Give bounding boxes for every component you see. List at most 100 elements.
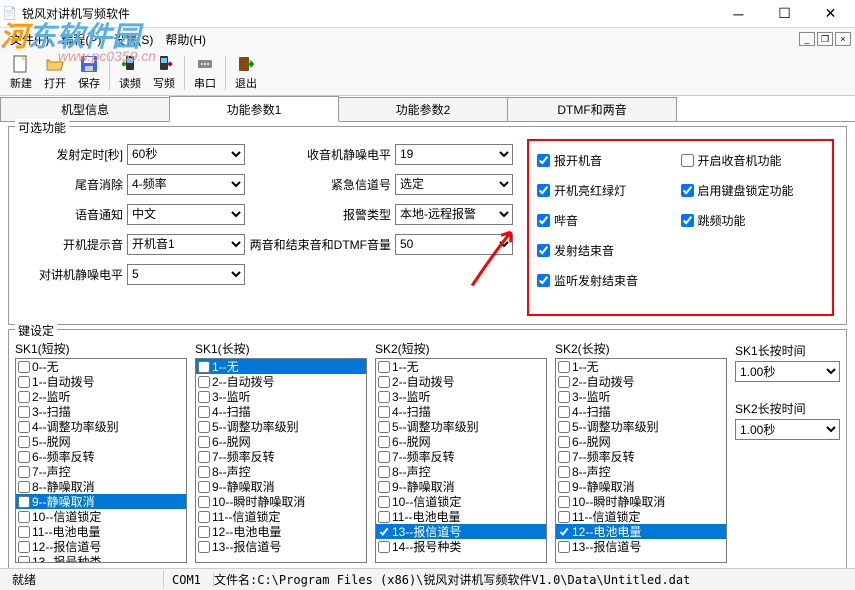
- list-item[interactable]: 12--报信道号: [16, 539, 186, 554]
- list-item-checkbox[interactable]: [18, 466, 30, 478]
- list-item-checkbox[interactable]: [198, 541, 210, 553]
- list-item-checkbox[interactable]: [198, 406, 210, 418]
- list-item-checkbox[interactable]: [378, 511, 390, 523]
- list-item[interactable]: 13--报号种类: [16, 554, 186, 563]
- list-item-checkbox[interactable]: [18, 361, 30, 373]
- list-item-checkbox[interactable]: [198, 496, 210, 508]
- list-item-checkbox[interactable]: [198, 451, 210, 463]
- check-tx-end-tone[interactable]: [537, 244, 550, 257]
- check-poweron-tone[interactable]: [537, 154, 550, 167]
- list-item-checkbox[interactable]: [558, 361, 570, 373]
- list-item[interactable]: 13--报信道号: [376, 524, 546, 539]
- list-item-checkbox[interactable]: [378, 481, 390, 493]
- list-item-checkbox[interactable]: [558, 421, 570, 433]
- list-item[interactable]: 8--声控: [376, 464, 546, 479]
- list-item[interactable]: 5--调整功率级别: [196, 419, 366, 434]
- list-item[interactable]: 6--脱网: [196, 434, 366, 449]
- list-item-checkbox[interactable]: [378, 466, 390, 478]
- list-item[interactable]: 5--调整功率级别: [556, 419, 726, 434]
- list-item[interactable]: 6--频率反转: [16, 449, 186, 464]
- list-item-checkbox[interactable]: [558, 526, 570, 538]
- list-item[interactable]: 11--电池电量: [16, 524, 186, 539]
- list-item-checkbox[interactable]: [558, 496, 570, 508]
- list-item[interactable]: 8--声控: [556, 464, 726, 479]
- list-item-checkbox[interactable]: [198, 391, 210, 403]
- check-keylock[interactable]: [681, 184, 694, 197]
- list-item[interactable]: 1--无: [376, 359, 546, 374]
- list-item-checkbox[interactable]: [558, 481, 570, 493]
- sk1-time-select[interactable]: 1.00秒: [735, 361, 840, 382]
- sk1-long-list[interactable]: 1--无2--自动拨号3--监听4--扫描5--调整功率级别6--脱网7--频率…: [195, 358, 367, 563]
- list-item[interactable]: 5--脱网: [16, 434, 186, 449]
- close-button[interactable]: ✕: [808, 0, 853, 28]
- list-item-checkbox[interactable]: [198, 526, 210, 538]
- dtmf-select[interactable]: 50: [395, 234, 513, 255]
- list-item-checkbox[interactable]: [378, 376, 390, 388]
- mdi-close[interactable]: ×: [835, 32, 851, 46]
- list-item-checkbox[interactable]: [18, 391, 30, 403]
- tab-params-1[interactable]: 功能参数1: [169, 96, 339, 122]
- list-item-checkbox[interactable]: [198, 481, 210, 493]
- list-item[interactable]: 3--扫描: [16, 404, 186, 419]
- menu-settings[interactable]: 设置(S): [107, 29, 159, 50]
- list-item[interactable]: 7--频率反转: [196, 449, 366, 464]
- list-item-checkbox[interactable]: [558, 391, 570, 403]
- list-item-checkbox[interactable]: [18, 481, 30, 493]
- list-item-checkbox[interactable]: [18, 376, 30, 388]
- list-item-checkbox[interactable]: [378, 406, 390, 418]
- list-item[interactable]: 5--调整功率级别: [376, 419, 546, 434]
- list-item[interactable]: 12--电池电量: [196, 524, 366, 539]
- voice-select[interactable]: 中文: [127, 204, 245, 225]
- list-item[interactable]: 3--监听: [196, 389, 366, 404]
- list-item[interactable]: 2--自动拨号: [196, 374, 366, 389]
- list-item[interactable]: 2--监听: [16, 389, 186, 404]
- list-item-checkbox[interactable]: [378, 361, 390, 373]
- list-item-checkbox[interactable]: [18, 406, 30, 418]
- com-button[interactable]: 串口: [188, 52, 222, 93]
- list-item-checkbox[interactable]: [558, 466, 570, 478]
- open-button[interactable]: 打开: [38, 52, 72, 93]
- list-item[interactable]: 0--无: [16, 359, 186, 374]
- list-item[interactable]: 9--静噪取消: [16, 494, 186, 509]
- menu-file[interactable]: 文件(F): [4, 29, 55, 50]
- list-item-checkbox[interactable]: [198, 436, 210, 448]
- sk2-time-select[interactable]: 1.00秒: [735, 419, 840, 440]
- list-item-checkbox[interactable]: [558, 436, 570, 448]
- list-item[interactable]: 7--声控: [16, 464, 186, 479]
- list-item[interactable]: 8--声控: [196, 464, 366, 479]
- list-item[interactable]: 10--信道锁定: [16, 509, 186, 524]
- list-item[interactable]: 2--自动拨号: [376, 374, 546, 389]
- sq-select[interactable]: 5: [127, 264, 245, 285]
- poweron-select[interactable]: 开机音1: [127, 234, 245, 255]
- list-item-checkbox[interactable]: [18, 451, 30, 463]
- list-item-checkbox[interactable]: [378, 526, 390, 538]
- list-item[interactable]: 8--静噪取消: [16, 479, 186, 494]
- list-item[interactable]: 13--报信道号: [196, 539, 366, 554]
- list-item[interactable]: 1--无: [556, 359, 726, 374]
- list-item[interactable]: 11--电池电量: [376, 509, 546, 524]
- list-item[interactable]: 7--频率反转: [556, 449, 726, 464]
- list-item[interactable]: 6--脱网: [556, 434, 726, 449]
- list-item[interactable]: 1--自动拨号: [16, 374, 186, 389]
- list-item-checkbox[interactable]: [558, 376, 570, 388]
- list-item[interactable]: 9--静噪取消: [196, 479, 366, 494]
- list-item-checkbox[interactable]: [378, 436, 390, 448]
- list-item-checkbox[interactable]: [18, 496, 30, 508]
- alarm-select[interactable]: 本地-远程报警: [395, 204, 513, 225]
- list-item[interactable]: 9--静噪取消: [376, 479, 546, 494]
- write-button[interactable]: 写频: [147, 52, 181, 93]
- list-item[interactable]: 3--监听: [556, 389, 726, 404]
- tail-select[interactable]: 4-频率: [127, 174, 245, 195]
- list-item[interactable]: 13--报信道号: [556, 539, 726, 554]
- tab-model-info[interactable]: 机型信息: [0, 97, 170, 121]
- list-item[interactable]: 11--信道锁定: [556, 509, 726, 524]
- read-button[interactable]: 读频: [113, 52, 147, 93]
- list-item-checkbox[interactable]: [198, 421, 210, 433]
- list-item[interactable]: 4--调整功率级别: [16, 419, 186, 434]
- list-item-checkbox[interactable]: [378, 451, 390, 463]
- sk2-long-list[interactable]: 1--无2--自动拨号3--监听4--扫描5--调整功率级别6--脱网7--频率…: [555, 358, 727, 563]
- list-item[interactable]: 10--信道锁定: [376, 494, 546, 509]
- list-item[interactable]: 12--电池电量: [556, 524, 726, 539]
- check-monitor-tx-end[interactable]: [537, 274, 550, 287]
- list-item-checkbox[interactable]: [378, 496, 390, 508]
